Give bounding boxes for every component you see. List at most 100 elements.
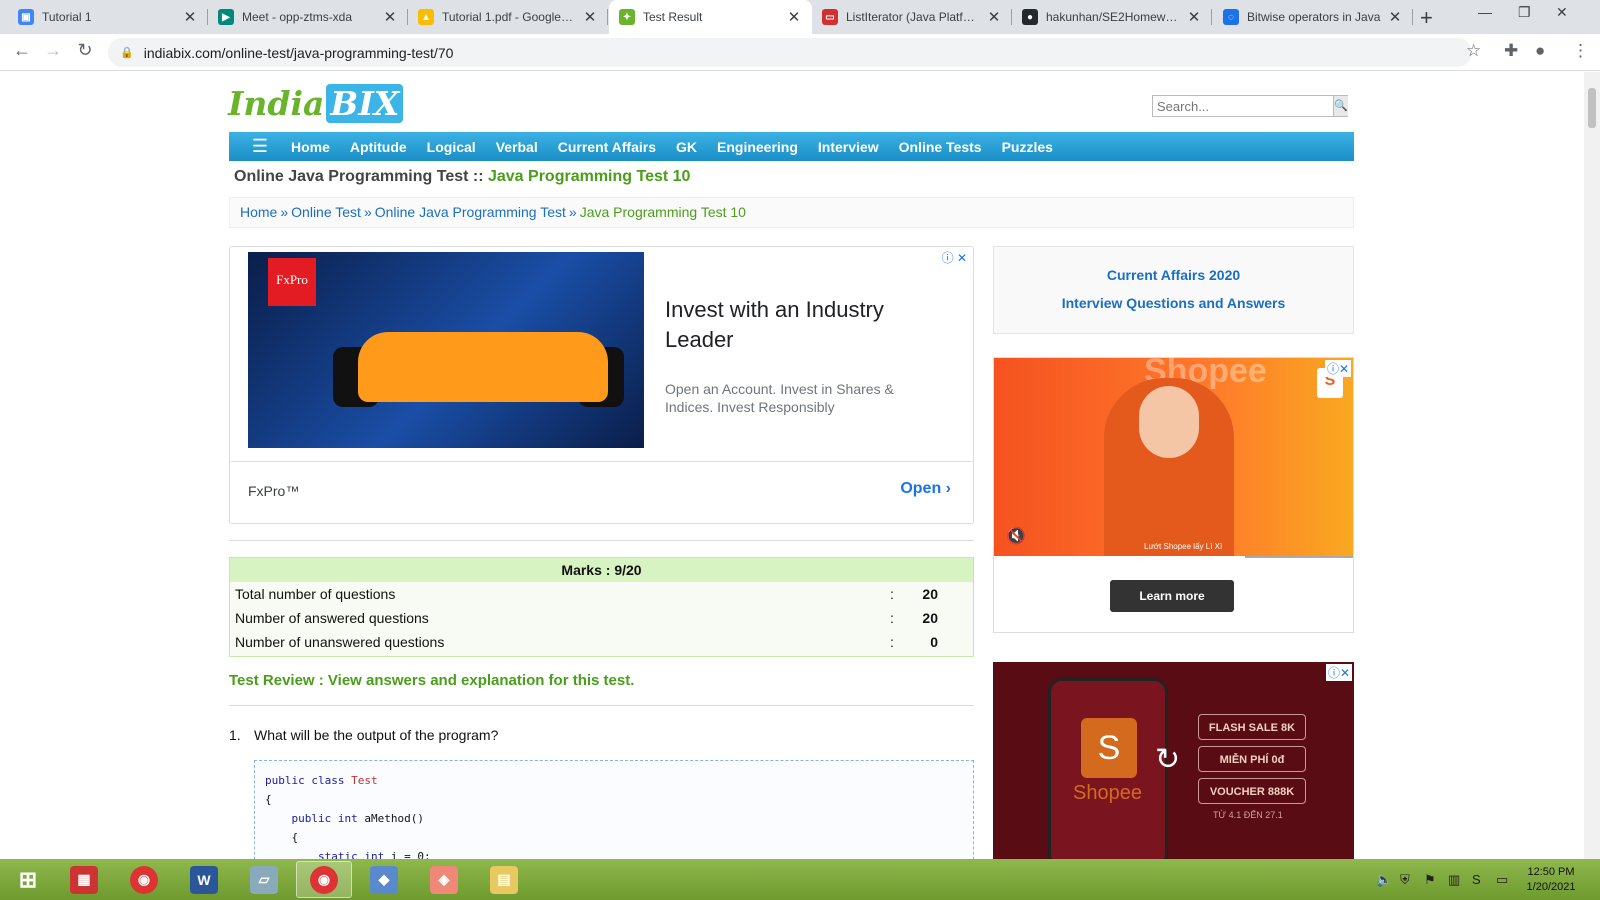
scrollbar-thumb[interactable] xyxy=(1588,88,1596,128)
menu-item[interactable]: Interview xyxy=(818,139,879,155)
ad-info-close-icon[interactable]: ⓘ✕ xyxy=(1324,360,1351,377)
search-icon[interactable]: 🔍 xyxy=(1333,96,1348,116)
test-review-link[interactable]: Test Review : View answers and explanati… xyxy=(229,672,634,689)
code-token: { xyxy=(265,831,299,844)
site-logo[interactable]: India BIX xyxy=(228,84,404,123)
title-highlight: Java Programming Test 10 xyxy=(487,168,691,185)
tab-close-icon[interactable]: ✕ xyxy=(382,8,398,26)
flag-icon[interactable]: ⚑ xyxy=(1424,872,1436,888)
url-text: indiabix.com/online-test/java-programmin… xyxy=(143,44,454,61)
breadcrumb-separator: » xyxy=(280,204,289,220)
taskbar-app-6[interactable]: ◆ xyxy=(356,861,412,898)
sidebar-link[interactable]: Interview Questions and Answers xyxy=(994,295,1353,311)
tab-title: hakunhan/SE2Homework xyxy=(1046,10,1180,24)
browser-tab[interactable]: ▣ Tutorial 1 ✕ xyxy=(8,0,208,34)
code-line: { xyxy=(265,790,963,809)
new-tab-button[interactable]: + xyxy=(1420,5,1433,31)
tab-title: Meet - opp-ztms-xda xyxy=(242,10,353,24)
marks-value: 20 xyxy=(922,586,938,602)
code-token: aMethod() xyxy=(364,812,424,825)
marks-colon: : xyxy=(890,634,894,650)
menu-item[interactable]: Engineering xyxy=(717,139,798,155)
shopee-banner-ad[interactable]: S Shopee ↻ FLASH SALE 8K MIỄN PHÍ 0đ VOU… xyxy=(993,662,1354,859)
address-bar[interactable]: 🔒 indiabix.com/online-test/java-programm… xyxy=(108,38,1472,67)
menu-item[interactable]: GK xyxy=(676,139,697,155)
restore-button[interactable]: ❐ xyxy=(1518,4,1531,21)
shopee-video-ad[interactable]: Shopee S 🔇 Lướt Shopee lấy Lì Xì ⓘ✕ Lear… xyxy=(993,357,1354,633)
menu-item[interactable]: Home xyxy=(291,139,330,155)
browser-tab[interactable]: ● hakunhan/SE2Homework ✕ xyxy=(1012,0,1212,34)
breadcrumb-item[interactable]: Online Test xyxy=(291,204,361,220)
hamburger-menu-icon[interactable]: ☰ xyxy=(229,136,291,157)
marks-header: Marks : 9/20 xyxy=(230,558,973,582)
tab-close-icon[interactable]: ✕ xyxy=(1186,8,1202,26)
code-token: static int xyxy=(265,850,391,859)
title-prefix: Online Java Programming Test xyxy=(234,168,469,185)
replay-icon[interactable]: ↻ xyxy=(1155,742,1180,777)
ad-info-close-icon[interactable]: ⓘ ✕ xyxy=(942,249,967,266)
menu-item[interactable]: Verbal xyxy=(496,139,538,155)
breadcrumb-item[interactable]: Online Java Programming Test xyxy=(375,204,566,220)
taskbar-app-7[interactable]: ◈ xyxy=(416,861,472,898)
breadcrumb-item[interactable]: Home xyxy=(240,204,277,220)
taskbar-word[interactable]: W xyxy=(176,861,232,898)
browser-menu-icon[interactable]: ⋮ xyxy=(1572,41,1589,61)
ad-open-button[interactable]: Open › xyxy=(900,480,951,498)
mute-icon[interactable]: 🔇 xyxy=(1006,526,1026,546)
code-line: { xyxy=(265,828,963,847)
close-window-button[interactable]: ✕ xyxy=(1556,4,1568,21)
ad-info-close-icon[interactable]: ⓘ✕ xyxy=(1325,664,1352,681)
title-separator: :: xyxy=(468,168,488,185)
browser-tab[interactable]: ▶ Meet - opp-ztms-xda ✕ xyxy=(208,0,408,34)
shield-icon[interactable]: ⛨ xyxy=(1400,872,1410,888)
tab-close-icon[interactable]: ✕ xyxy=(1387,8,1403,26)
taskbar-chrome[interactable]: ◉ xyxy=(116,861,172,898)
taskbar-app-1[interactable]: ▦ xyxy=(56,861,112,898)
browser-tab[interactable]: ✦ Test Result ✕ xyxy=(609,0,812,34)
taskbar-app-4[interactable]: ▱ xyxy=(236,861,292,898)
network-icon[interactable]: ▥ xyxy=(1448,872,1460,888)
fxpro-ad[interactable]: FxPro ⓘ ✕ Invest with an Industry Leader… xyxy=(229,246,974,524)
start-button[interactable]: ⊞ xyxy=(0,861,56,898)
menu-item[interactable]: Puzzles xyxy=(1002,139,1053,155)
page-scrollbar[interactable] xyxy=(1584,72,1600,859)
video-progress xyxy=(994,556,1353,558)
menu-item[interactable]: Online Tests xyxy=(899,139,982,155)
forward-icon[interactable]: → xyxy=(41,40,65,61)
shopee-wordmark: Shopee xyxy=(1073,782,1142,804)
profile-avatar-icon[interactable]: ● xyxy=(1535,41,1545,61)
learn-more-button[interactable]: Learn more xyxy=(1110,580,1234,612)
browser-tab[interactable]: ▲ Tutorial 1.pdf - Google Dr ✕ xyxy=(408,0,608,34)
taskbar-explorer[interactable]: ▤ xyxy=(476,861,532,898)
tab-close-icon[interactable]: ✕ xyxy=(786,8,802,26)
menu-item[interactable]: Logical xyxy=(427,139,476,155)
tab-close-icon[interactable]: ✕ xyxy=(986,8,1002,26)
presenter-face xyxy=(1139,386,1199,458)
ad-video[interactable]: Shopee S 🔇 Lướt Shopee lấy Lì Xì xyxy=(994,358,1353,558)
logo-text: India xyxy=(228,84,325,123)
sidebar-link[interactable]: Current Affairs 2020 xyxy=(994,267,1353,283)
skype-icon[interactable]: S xyxy=(1472,872,1481,887)
bookmark-star-icon[interactable]: ☆ xyxy=(1466,41,1481,61)
marks-colon: : xyxy=(890,586,894,602)
sidebar-links-box: Current Affairs 2020 Interview Questions … xyxy=(993,246,1354,334)
code-token: Test xyxy=(351,774,378,787)
tab-title: Test Result xyxy=(643,10,703,24)
breadcrumb-separator: » xyxy=(568,204,577,220)
menu-item[interactable]: Aptitude xyxy=(350,139,407,155)
taskbar-chrome-active[interactable]: ◉ xyxy=(296,861,352,898)
reload-icon[interactable]: ↻ xyxy=(73,40,97,61)
tab-close-icon[interactable]: ✕ xyxy=(582,8,598,26)
ad-headline: Invest with an Industry Leader xyxy=(665,297,884,352)
back-icon[interactable]: ← xyxy=(10,40,34,61)
system-clock[interactable]: 12:50 PM 1/20/2021 xyxy=(1516,865,1586,895)
monitor-icon[interactable]: ▭ xyxy=(1496,872,1508,888)
tab-close-icon[interactable]: ✕ xyxy=(182,8,198,26)
minimize-button[interactable]: — xyxy=(1478,4,1492,20)
volume-muted-icon[interactable]: 🔈 xyxy=(1376,872,1392,888)
browser-tab[interactable]: ◌ Bitwise operators in Java ✕ xyxy=(1213,0,1413,34)
browser-tab[interactable]: ▭ ListIterator (Java Platform ✕ xyxy=(812,0,1012,34)
extensions-icon[interactable]: ✚ xyxy=(1504,41,1518,61)
search-input[interactable] xyxy=(1153,96,1333,116)
menu-item[interactable]: Current Affairs xyxy=(558,139,656,155)
